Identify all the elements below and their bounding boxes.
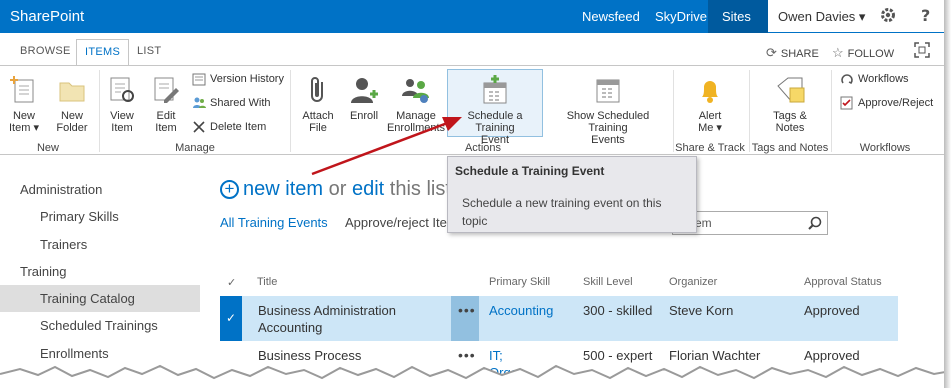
- torn-edge: [0, 364, 951, 388]
- page-shadow: [944, 0, 951, 388]
- annotation-arrow: [311, 117, 462, 176]
